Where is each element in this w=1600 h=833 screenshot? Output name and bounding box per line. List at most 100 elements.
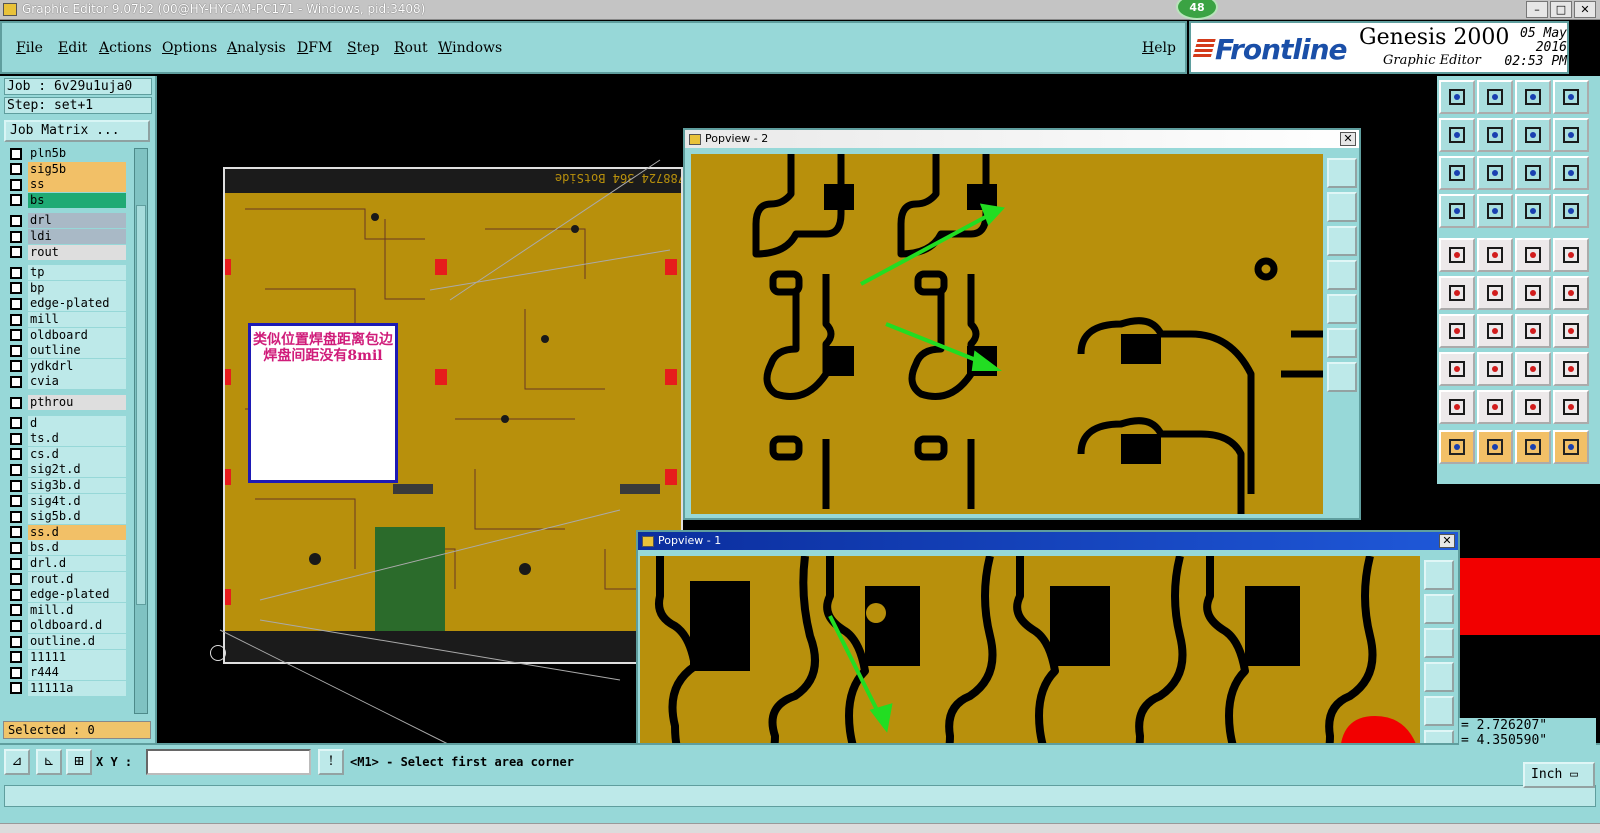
grid-icon[interactable]: ⊞ (66, 749, 92, 775)
layer-checkbox[interactable] (10, 148, 22, 160)
layer-name[interactable]: sig2t.d (28, 462, 126, 478)
step-left-icon[interactable] (1439, 118, 1475, 152)
layer-checkbox[interactable] (10, 573, 22, 586)
menu-edit[interactable]: Edit (58, 40, 87, 56)
layer-checkbox[interactable] (10, 178, 22, 191)
line-icon[interactable] (1477, 238, 1513, 272)
menu-windows[interactable]: Windows (438, 40, 502, 56)
layer-name[interactable]: bp (28, 280, 126, 296)
layer-row[interactable]: oldboard.d (4, 618, 126, 634)
layer-name[interactable]: r444 (28, 665, 126, 681)
layer-row[interactable]: cs.d (4, 446, 126, 462)
layer-row[interactable]: mill.d (4, 602, 126, 618)
layer-checkbox[interactable] (10, 266, 22, 279)
layer-checkbox[interactable] (10, 344, 22, 357)
layer-row[interactable]: drl (4, 213, 126, 229)
layer-checkbox[interactable] (10, 360, 22, 373)
layer-checkbox[interactable] (10, 557, 22, 570)
pointer-polygon-icon[interactable] (1553, 430, 1589, 464)
fit-vertical-icon[interactable] (1439, 156, 1475, 190)
step-right-icon[interactable] (1477, 118, 1513, 152)
layer-checkbox[interactable] (10, 329, 22, 342)
select-red-icon[interactable] (1515, 194, 1551, 228)
snap-icon[interactable]: ⊿ (4, 749, 30, 775)
layer-row[interactable]: sig5b.d (4, 509, 126, 525)
draw-triangle-icon[interactable] (1439, 390, 1475, 424)
job-matrix-button[interactable]: Job Matrix ... (4, 120, 150, 142)
maximize-button[interactable]: □ (1550, 1, 1572, 18)
layer-row[interactable]: rout (4, 244, 126, 260)
layer-name[interactable]: sig5b.d (28, 509, 126, 525)
layer-name[interactable]: bs (28, 192, 126, 208)
swap-icon[interactable] (1515, 118, 1551, 152)
layer-checkbox[interactable] (10, 541, 22, 554)
menu-analysis[interactable]: Analysis (227, 40, 286, 56)
layer-checkbox[interactable] (10, 510, 22, 523)
pointer-icon[interactable] (1439, 430, 1475, 464)
layer-name[interactable]: ldi (28, 229, 126, 244)
popview-pan-left-icon[interactable] (1424, 662, 1454, 692)
window-icon[interactable] (1553, 80, 1589, 114)
popview-1-close-button[interactable]: ✕ (1439, 534, 1455, 548)
layer-checkbox[interactable] (10, 230, 22, 243)
layer-row[interactable]: r444 (4, 665, 126, 681)
help-icon[interactable] (1553, 156, 1589, 190)
layer-checkbox[interactable] (10, 163, 22, 176)
popview-pan-right-icon[interactable] (1424, 696, 1454, 726)
layer-checkbox[interactable] (10, 194, 22, 207)
layer-checkbox[interactable] (10, 417, 22, 430)
xy-input[interactable] (146, 749, 311, 775)
layer-name[interactable]: ts.d (28, 431, 126, 447)
layer-checkbox[interactable] (10, 432, 22, 445)
layer-up-icon[interactable] (1439, 80, 1475, 114)
layer-row[interactable]: outline.d (4, 634, 126, 649)
layer-name[interactable]: rout (28, 244, 126, 260)
popview-center-icon[interactable] (1327, 362, 1357, 392)
layer-name[interactable]: pthrou (28, 395, 126, 410)
layer-row[interactable]: rout.d (4, 571, 126, 587)
layer-row[interactable]: outline (4, 343, 126, 359)
group-icon[interactable] (1553, 352, 1589, 386)
layer-row[interactable]: ydkdrl (4, 358, 126, 374)
ruler-icon[interactable] (1515, 238, 1551, 272)
popview-2-close-button[interactable]: ✕ (1340, 132, 1356, 146)
popview-pan-right-icon[interactable] (1327, 294, 1357, 324)
layer-name[interactable]: pln5b (28, 148, 126, 161)
layer-checkbox[interactable] (10, 246, 22, 259)
minimize-button[interactable]: – (1526, 1, 1548, 18)
undo-icon[interactable] (1515, 314, 1551, 348)
minus-icon[interactable] (1477, 352, 1513, 386)
pad-icon[interactable] (1439, 238, 1475, 272)
layer-name[interactable]: outline (28, 343, 126, 359)
layer-row[interactable]: sig4t.d (4, 493, 126, 509)
layer-checkbox[interactable] (10, 495, 22, 508)
popview-zoom-fit-icon[interactable] (1327, 158, 1357, 188)
layer-row[interactable]: cvia (4, 374, 126, 390)
menu-options[interactable]: Options (162, 40, 217, 56)
layer-checkbox[interactable] (10, 651, 22, 664)
flip-icon[interactable] (1553, 314, 1589, 348)
layer-name[interactable]: oldboard (28, 327, 126, 343)
layer-checkbox[interactable] (10, 479, 22, 492)
copy-icon[interactable] (1553, 276, 1589, 310)
layer-row[interactable]: 11111 (4, 649, 126, 665)
scrollbar-thumb[interactable] (136, 205, 146, 605)
layer-name[interactable]: 11111a (28, 680, 126, 696)
layer-name[interactable]: mill.d (28, 602, 126, 618)
layer-row[interactable]: pln5b (4, 148, 126, 161)
layer-checkbox[interactable] (10, 463, 22, 476)
menu-rout[interactable]: Rout (394, 40, 428, 56)
layer-name[interactable]: oldboard.d (28, 618, 126, 634)
layer-row[interactable]: edge-plated (4, 296, 126, 312)
popview-2[interactable]: Popview - 2 ✕ (683, 128, 1361, 520)
layer-row[interactable]: 11111a (4, 680, 126, 696)
layer-checkbox[interactable] (10, 313, 22, 326)
menu-actions[interactable]: Actions (99, 40, 152, 56)
layer-row[interactable]: mill (4, 312, 126, 327)
grid-view-icon[interactable] (1477, 194, 1513, 228)
layer-name[interactable]: edge-plated (28, 296, 126, 312)
circle-icon[interactable] (1553, 238, 1589, 272)
one-to-one-icon[interactable] (1515, 156, 1551, 190)
layer-checkbox[interactable] (10, 396, 22, 409)
layer-name[interactable]: bs.d (28, 540, 126, 556)
